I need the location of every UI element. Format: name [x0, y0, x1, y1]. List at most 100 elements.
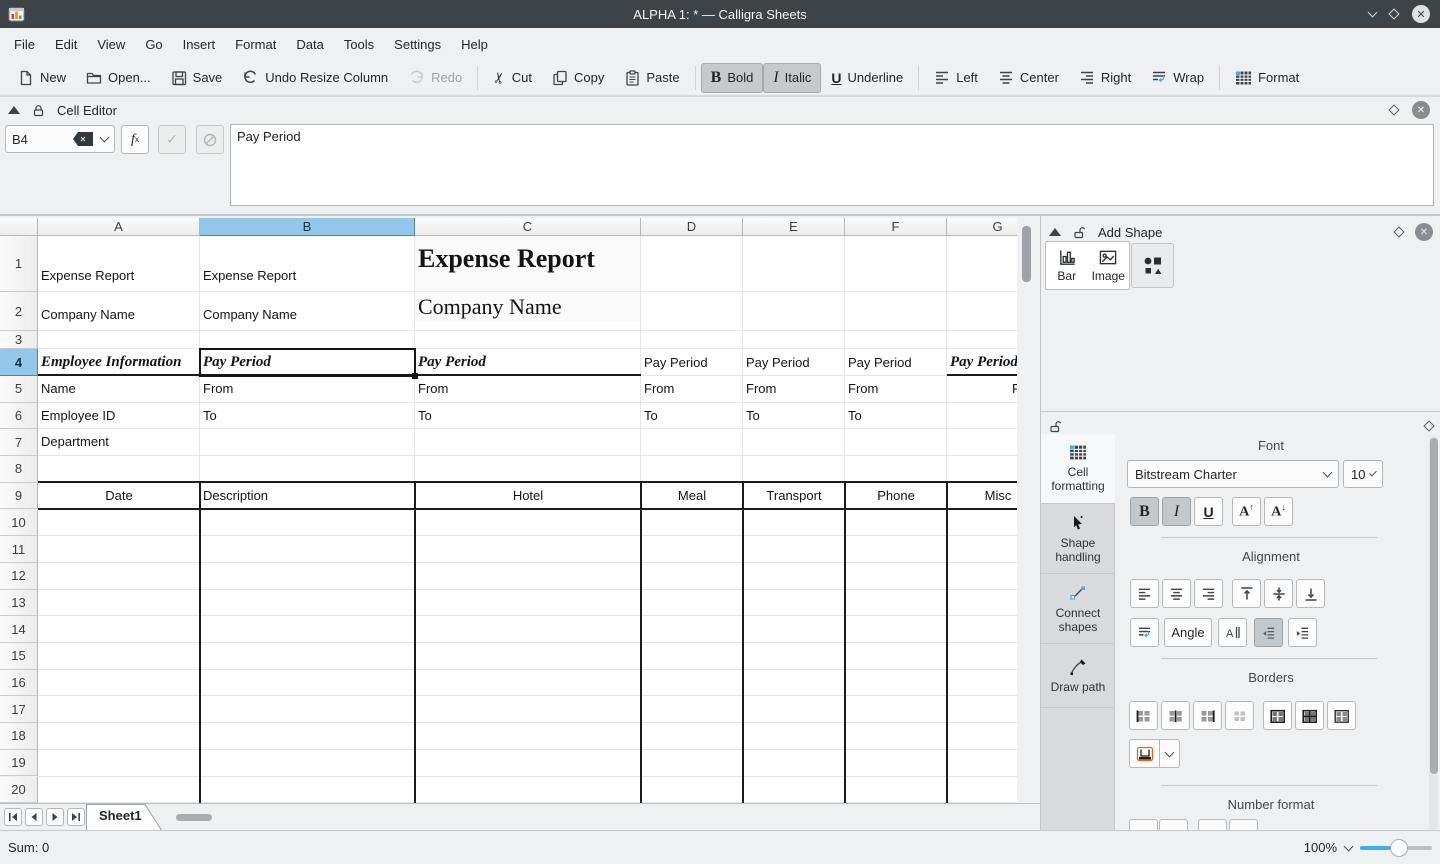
undo-button[interactable]: Undo Resize Column	[232, 64, 398, 92]
cell-B2[interactable]: Company Name	[200, 292, 415, 331]
menu-item-data[interactable]: Data	[286, 32, 333, 57]
maximize-button[interactable]	[1388, 8, 1399, 19]
cell-C6[interactable]: To	[415, 403, 641, 430]
row-header-12[interactable]: 12	[0, 563, 38, 590]
apply-button[interactable]: ✓	[158, 125, 186, 154]
formula-button[interactable]: fx	[121, 125, 149, 154]
column-header-a[interactable]: A	[38, 218, 200, 236]
row-header-6[interactable]: 6	[0, 403, 38, 430]
options-scrollbar-thumb[interactable]	[1430, 438, 1438, 774]
add-image-button[interactable]: Image	[1088, 242, 1130, 289]
paste-button[interactable]: Paste	[614, 64, 689, 92]
zoom-level[interactable]: 100%	[1304, 840, 1337, 855]
menu-item-settings[interactable]: Settings	[384, 32, 451, 57]
docker-close-icon[interactable]: ✕	[1412, 101, 1430, 119]
format-button[interactable]: Format	[1225, 64, 1309, 92]
border-right-button[interactable]	[1193, 701, 1222, 730]
row-header-5[interactable]: 5	[0, 376, 38, 403]
cell-B9[interactable]: Description	[200, 483, 415, 510]
grow-font-button[interactable]: A↑	[1232, 497, 1261, 526]
docker-close-icon[interactable]: ✕	[1415, 223, 1433, 241]
row-header-15[interactable]: 15	[0, 643, 38, 670]
row-header-13[interactable]: 13	[0, 590, 38, 617]
cell-A2[interactable]: Company Name	[38, 292, 200, 331]
bold-toggle[interactable]: B	[1130, 497, 1159, 526]
tab-draw-path[interactable]: Draw path	[1041, 644, 1115, 708]
menu-item-insert[interactable]: Insert	[173, 32, 226, 57]
font-family-combo[interactable]: Bitstream Charter	[1127, 460, 1339, 488]
row-header-2[interactable]: 2	[0, 292, 38, 331]
menu-item-edit[interactable]: Edit	[45, 32, 87, 57]
minimize-button[interactable]	[1368, 8, 1378, 18]
cell-A9[interactable]: Date	[38, 483, 200, 510]
wrap-text-toggle[interactable]	[1130, 618, 1159, 647]
cell-B5[interactable]: From	[200, 376, 415, 403]
column-header-d[interactable]: D	[641, 218, 743, 236]
align-left-button[interactable]: Left	[924, 64, 988, 91]
row-header-11[interactable]: 11	[0, 536, 38, 563]
cell-C4[interactable]: Pay Period	[415, 349, 641, 376]
cell-E9[interactable]: Transport	[743, 483, 845, 510]
border-inner-button[interactable]	[1327, 701, 1356, 730]
row-header-3[interactable]: 3	[0, 331, 38, 349]
next-sheet-button[interactable]	[46, 808, 64, 826]
border-outline-button[interactable]	[1263, 701, 1292, 730]
redo-button[interactable]: Redo	[398, 64, 472, 92]
bold-button[interactable]: B Bold	[701, 63, 764, 93]
cell-A4[interactable]: Employee Information	[38, 349, 200, 376]
row-header-17[interactable]: 17	[0, 696, 38, 723]
column-header-c[interactable]: C	[415, 218, 641, 236]
lock-icon[interactable]	[32, 104, 45, 117]
italic-toggle[interactable]: I	[1162, 497, 1191, 526]
tab-cell-formatting[interactable]: Cell formatting	[1041, 434, 1115, 504]
clear-icon[interactable]: ✕	[73, 132, 93, 146]
cell-C2[interactable]: Company Name	[415, 292, 641, 331]
copy-button[interactable]: Copy	[542, 64, 614, 92]
border-left-button[interactable]	[1129, 701, 1158, 730]
cell-A5[interactable]: Name	[38, 376, 200, 403]
last-sheet-button[interactable]	[67, 808, 85, 826]
row-header-19[interactable]: 19	[0, 750, 38, 777]
menu-item-help[interactable]: Help	[451, 32, 498, 57]
first-sheet-button[interactable]	[4, 808, 22, 826]
cancel-button[interactable]	[196, 125, 224, 154]
italic-button[interactable]: I Italic	[763, 63, 821, 93]
cell-F4[interactable]: Pay Period	[845, 349, 947, 376]
shape-collection-button[interactable]	[1131, 243, 1174, 288]
increase-indent-button[interactable]	[1288, 618, 1317, 647]
row-header-10[interactable]: 10	[0, 510, 38, 537]
border-center-v-button[interactable]	[1161, 701, 1190, 730]
cell-E5[interactable]: From	[743, 376, 845, 403]
halign-center-button[interactable]	[1162, 579, 1191, 608]
float-icon[interactable]	[1388, 104, 1399, 115]
options-scrollbar[interactable]	[1429, 436, 1438, 830]
zoom-slider-knob[interactable]	[1390, 839, 1408, 857]
underline-toggle[interactable]: U	[1194, 497, 1223, 526]
shrink-font-button[interactable]: A↓	[1264, 497, 1293, 526]
cell-D4[interactable]: Pay Period	[641, 349, 743, 376]
cell-F6[interactable]: To	[845, 403, 947, 430]
open-button[interactable]: Open...	[76, 64, 161, 92]
border-all-button[interactable]	[1295, 701, 1324, 730]
horizontal-scrollbar-thumb[interactable]	[176, 814, 212, 821]
menu-item-format[interactable]: Format	[225, 32, 286, 57]
cell-G4[interactable]: Pay Period	[947, 349, 1017, 376]
column-header-g[interactable]: G	[947, 218, 1017, 236]
cell-G5[interactable]: From	[947, 376, 1017, 403]
cell-F5[interactable]: From	[845, 376, 947, 403]
chevron-down-icon[interactable]	[100, 133, 110, 143]
cell-C9[interactable]: Hotel	[415, 483, 641, 510]
wrap-text-button[interactable]: Wrap	[1141, 64, 1214, 91]
cell-D9[interactable]: Meal	[641, 483, 743, 510]
cell-E4[interactable]: Pay Period	[743, 349, 845, 376]
halign-left-button[interactable]	[1130, 579, 1159, 608]
cell-D5[interactable]: From	[641, 376, 743, 403]
column-header-b[interactable]: B	[200, 218, 415, 236]
decrease-indent-button[interactable]	[1254, 618, 1283, 647]
unlock-icon[interactable]	[1049, 420, 1062, 433]
border-style-button[interactable]	[1129, 739, 1160, 768]
cell-B6[interactable]: To	[200, 403, 415, 430]
select-all-corner[interactable]	[0, 218, 38, 236]
prev-sheet-button[interactable]	[25, 808, 43, 826]
valign-top-button[interactable]	[1232, 579, 1261, 608]
